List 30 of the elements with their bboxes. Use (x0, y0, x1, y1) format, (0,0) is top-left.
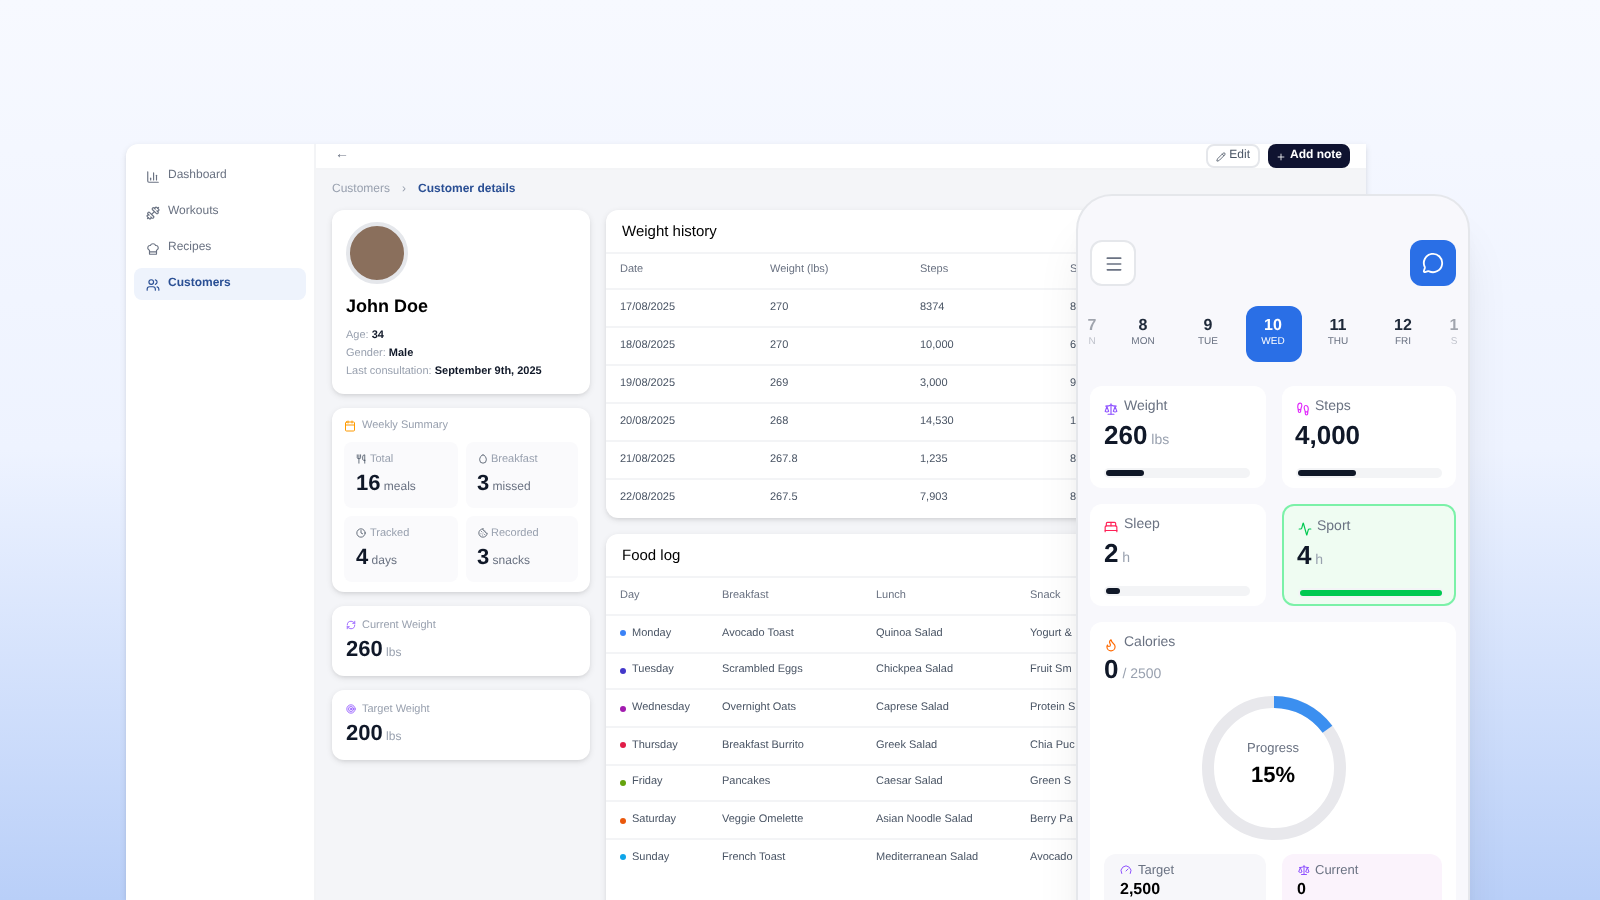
metric-icon (1104, 519, 1118, 534)
stat-icon (477, 454, 487, 465)
sidebar-icon (146, 205, 160, 219)
goal-value: 0 (1297, 880, 1308, 900)
metric-icon (1297, 521, 1311, 536)
sidebar-icon (146, 169, 160, 183)
avatar (346, 222, 408, 284)
chat-icon (1422, 252, 1444, 274)
menu-icon (1103, 253, 1123, 273)
goal-value: 2,500 (1120, 880, 1163, 900)
stat-icon (356, 454, 366, 465)
calendar-icon (344, 419, 356, 432)
stat-icon (356, 528, 366, 539)
plus-icon (1276, 151, 1286, 161)
goal-icon (1297, 864, 1309, 877)
flame-icon (1104, 637, 1118, 652)
stat-icon (477, 528, 487, 539)
weight-icon (346, 704, 356, 715)
customer-name: John Doe (346, 294, 431, 320)
progress-value: 15% (1250, 762, 1296, 793)
goal-icon (1120, 864, 1132, 877)
metric-icon (1295, 401, 1309, 416)
menu-button[interactable] (1090, 240, 1136, 286)
weight-icon (346, 620, 356, 631)
sidebar-icon (146, 241, 160, 255)
chat-button[interactable] (1410, 240, 1456, 286)
metric-icon (1104, 401, 1118, 416)
sidebar-icon (146, 277, 160, 291)
metric-value: 4,000 (1295, 419, 1363, 453)
pencil-icon (1215, 151, 1226, 161)
